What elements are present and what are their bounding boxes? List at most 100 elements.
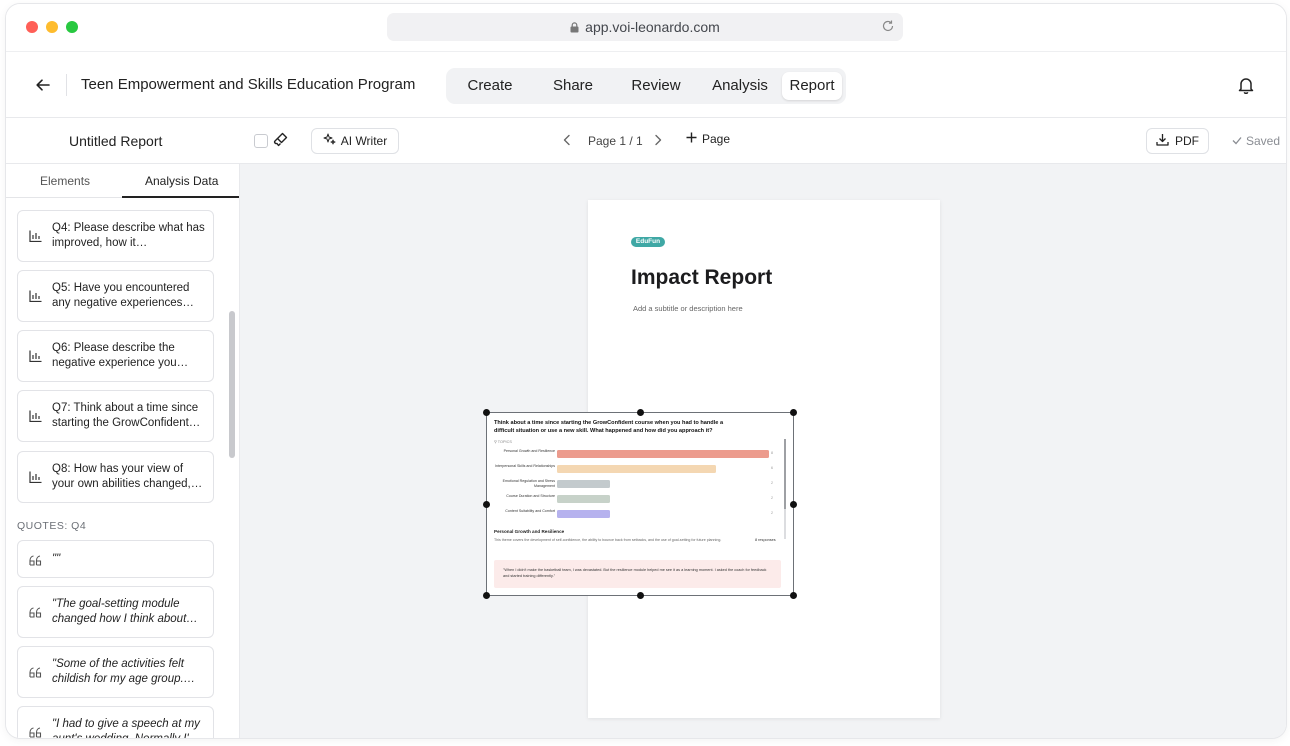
add-page-label: Page [702,132,731,146]
report-subtitle[interactable]: Add a subtitle or description here [633,304,743,313]
tab-review[interactable]: Review [616,72,696,100]
next-page-chevron-icon[interactable] [653,133,663,151]
theme-description: This theme covers the development of sel… [494,538,722,542]
pdf-label: PDF [1175,134,1199,148]
sidebar-scrollbar[interactable] [229,311,235,458]
ai-writer-label: AI Writer [340,134,388,148]
chart-bar-row: Course Duration and Structure 2 [487,494,787,505]
tab-elements[interactable]: Elements [40,174,90,188]
resize-handle-bottom-right[interactable] [790,592,797,599]
pdf-export-button[interactable]: PDF [1146,128,1209,154]
chart-bar [557,450,769,458]
add-page-button[interactable]: Page [686,132,730,146]
chart-scrollbar[interactable] [784,439,786,539]
quote-card[interactable]: "The goal-setting module changed how I t… [17,586,214,638]
tab-report[interactable]: Report [782,72,842,100]
chart-bar-value: 2 [771,511,773,515]
chart-bar [557,510,610,518]
chart-bar-value: 8 [771,451,773,455]
chart-bar [557,480,610,488]
quote-card[interactable]: "" [17,540,214,578]
ai-writer-button[interactable]: AI Writer [311,128,399,154]
back-arrow-icon[interactable] [36,78,50,96]
question-card-q7[interactable]: Q7: Think about a time since starting th… [17,390,214,442]
saved-label: Saved [1246,134,1281,148]
chart-bar-label: Personal Growth and Resilience [503,449,555,453]
quotes-section-label: QUOTES: Q4 [17,520,87,532]
resize-handle-left[interactable] [483,501,490,508]
main-tabs: Create Share Review Analysis Report [446,68,846,104]
chart-question: Think about a time since starting the Gr… [494,420,724,434]
header-divider [66,74,67,96]
theme-title: Personal Growth and Resilience [494,529,565,534]
resize-handle-bottom[interactable] [637,592,644,599]
notification-bell-icon[interactable] [1238,76,1254,99]
tab-share[interactable]: Share [534,72,612,100]
minimize-window-button[interactable] [46,21,58,33]
select-checkbox[interactable] [254,134,268,148]
chart-bar-row: Content Suitability and Comfort 2 [487,509,787,520]
report-name[interactable]: Untitled Report [69,133,162,149]
maximize-window-button[interactable] [66,21,78,33]
quote-mark-icon [29,553,42,571]
quote-mark-icon [29,665,42,683]
bar-chart-icon [29,349,42,367]
chart-bar-row: Interpersonal Skills and Relationships 6 [487,464,787,475]
question-text: Q7: Think about a time since starting th… [52,402,201,429]
chart-bar [557,465,716,473]
resize-handle-bottom-left[interactable] [483,592,490,599]
question-text: Q4: Please describe what has improved, h… [52,222,205,249]
chart-bar-label: Content Suitability and Comfort [505,509,555,513]
app-header: Teen Empowerment and Skills Education Pr… [6,52,1286,118]
browser-window: app.voi-leonardo.com Teen Empowerment an… [6,4,1286,738]
selected-chart-element[interactable]: Think about a time since starting the Gr… [483,409,797,599]
report-toolbar: Untitled Report AI Writer Page 1 / 1 Pag… [6,118,1286,164]
chart-bar-value: 2 [771,496,773,500]
sidebar-tabs: Elements Analysis Data [6,164,239,198]
reload-icon[interactable] [881,19,895,36]
question-card-q6[interactable]: Q6: Please describe the negative experie… [17,330,214,382]
bar-chart-icon [29,470,42,488]
tab-create[interactable]: Create [450,72,530,100]
close-window-button[interactable] [26,21,38,33]
resize-handle-top-right[interactable] [790,409,797,416]
tab-analysis[interactable]: Analysis [700,72,780,100]
project-title: Teen Empowerment and Skills Education Pr… [81,76,416,93]
report-title[interactable]: Impact Report [631,266,772,290]
theme-responses: 8 responses [755,538,776,542]
question-text: Q6: Please describe the negative experie… [52,342,189,369]
quote-card[interactable]: "I had to give a speech at my aunt's wed… [17,706,214,738]
save-status: Saved [1232,134,1280,148]
resize-handle-top-left[interactable] [483,409,490,416]
question-card-q4[interactable]: Q4: Please describe what has improved, h… [17,210,214,262]
bar-chart-icon [29,289,42,307]
quote-text: "The goal-setting module changed how I t… [52,598,198,625]
chart-bar-row: Emotional Regulation and Stress Manageme… [487,479,787,490]
bar-chart-icon [29,229,42,247]
paintbrush-icon[interactable] [273,131,289,152]
quote-text: "Some of the activities felt childish fo… [52,658,196,685]
download-icon [1156,133,1169,149]
resize-handle-top[interactable] [637,409,644,416]
theme-quote: "When I didn't make the basketball team,… [503,568,767,578]
theme-quote-box: "When I didn't make the basketball team,… [494,560,781,588]
quote-mark-icon [29,605,42,623]
address-bar[interactable]: app.voi-leonardo.com [387,13,903,41]
previous-page-chevron-icon[interactable] [562,133,572,151]
chart-bar-label: Interpersonal Skills and Relationships [495,464,555,468]
lock-icon [570,22,579,33]
question-card-q8[interactable]: Q8: How has your view of your own abilit… [17,451,214,503]
tab-analysis-data[interactable]: Analysis Data [145,174,218,188]
resize-handle-right[interactable] [790,501,797,508]
quote-mark-icon [29,725,42,738]
question-text: Q5: Have you encountered any negative ex… [52,282,194,309]
chart-bar [557,495,610,503]
chart-bar-value: 6 [771,466,773,470]
browser-chrome: app.voi-leonardo.com [6,4,1286,52]
quote-card[interactable]: "Some of the activities felt childish fo… [17,646,214,698]
bar-chart-icon [29,409,42,427]
question-text: Q8: How has your view of your own abilit… [52,463,203,490]
question-card-q5[interactable]: Q5: Have you encountered any negative ex… [17,270,214,322]
quote-text: "" [52,553,61,565]
topics-label: ⚲ TOPICS [494,440,512,444]
